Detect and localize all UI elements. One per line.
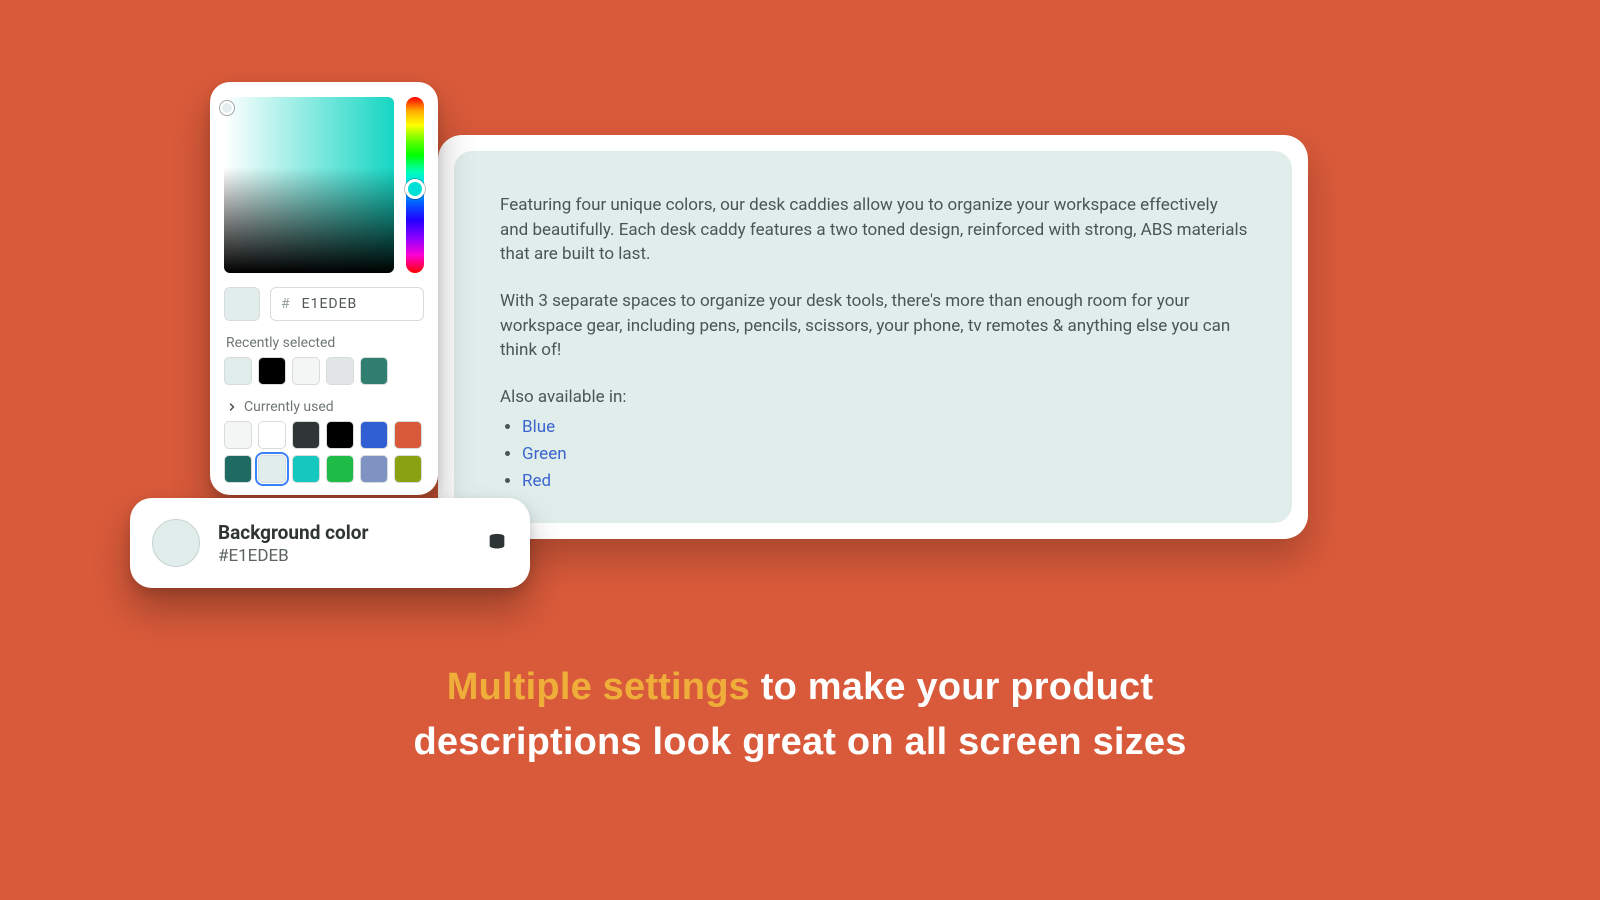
current-color-swatch [224, 287, 260, 321]
variant-link[interactable]: Red [522, 471, 551, 491]
swatch[interactable] [258, 421, 286, 449]
marketing-tagline: Multiple settings to make your product d… [0, 660, 1600, 770]
tagline-highlight: Multiple settings [447, 666, 750, 708]
variant-link[interactable]: Blue [522, 417, 555, 437]
setting-value: #E1EDEB [218, 546, 468, 566]
swatch[interactable] [224, 455, 252, 483]
chevron-right-icon [226, 401, 238, 413]
swatch[interactable] [326, 455, 354, 483]
swatch[interactable] [292, 455, 320, 483]
swatch[interactable] [360, 455, 388, 483]
swatch[interactable] [394, 455, 422, 483]
hue-slider[interactable] [406, 97, 424, 273]
database-icon[interactable] [486, 532, 508, 554]
hue-handle[interactable] [405, 179, 425, 199]
tagline-rest-1: to make your product [750, 666, 1153, 708]
swatch[interactable] [326, 357, 354, 385]
swatch[interactable] [360, 357, 388, 385]
recently-selected-swatches [224, 357, 424, 385]
swatch[interactable] [258, 455, 286, 483]
currently-used-label: Currently used [244, 399, 334, 415]
preview-link-list: Blue Green Red [522, 415, 1250, 493]
currently-used-toggle[interactable]: Currently used [226, 399, 422, 415]
variant-link[interactable]: Green [522, 444, 567, 464]
hex-input[interactable] [300, 295, 413, 313]
list-item: Blue [522, 415, 1250, 440]
setting-swatch [152, 519, 200, 567]
list-item: Green [522, 442, 1250, 467]
swatch[interactable] [292, 421, 320, 449]
swatch[interactable] [326, 421, 354, 449]
recently-selected-label: Recently selected [226, 335, 422, 351]
currently-used-swatches [224, 421, 424, 483]
swatch[interactable] [394, 421, 422, 449]
list-item: Red [522, 469, 1250, 494]
hex-input-wrap[interactable]: # [270, 287, 424, 321]
hex-prefix: # [281, 296, 290, 312]
tagline-line-2: descriptions look great on all screen si… [0, 715, 1600, 770]
swatch[interactable] [224, 421, 252, 449]
swatch[interactable] [292, 357, 320, 385]
swatch[interactable] [360, 421, 388, 449]
preview-paragraph: Featuring four unique colors, our desk c… [500, 193, 1250, 267]
description-preview-card: Featuring four unique colors, our desk c… [438, 135, 1308, 539]
saturation-value-area[interactable] [224, 97, 394, 273]
setting-title: Background color [218, 521, 468, 544]
sv-handle[interactable] [220, 101, 234, 115]
color-picker-panel: # Recently selected Currently used [210, 82, 438, 495]
swatch[interactable] [258, 357, 286, 385]
background-color-setting[interactable]: Background color #E1EDEB [130, 498, 530, 588]
swatch[interactable] [224, 357, 252, 385]
description-preview: Featuring four unique colors, our desk c… [454, 151, 1292, 523]
preview-also-label: Also available in: [500, 385, 1250, 410]
preview-paragraph: With 3 separate spaces to organize your … [500, 289, 1250, 363]
